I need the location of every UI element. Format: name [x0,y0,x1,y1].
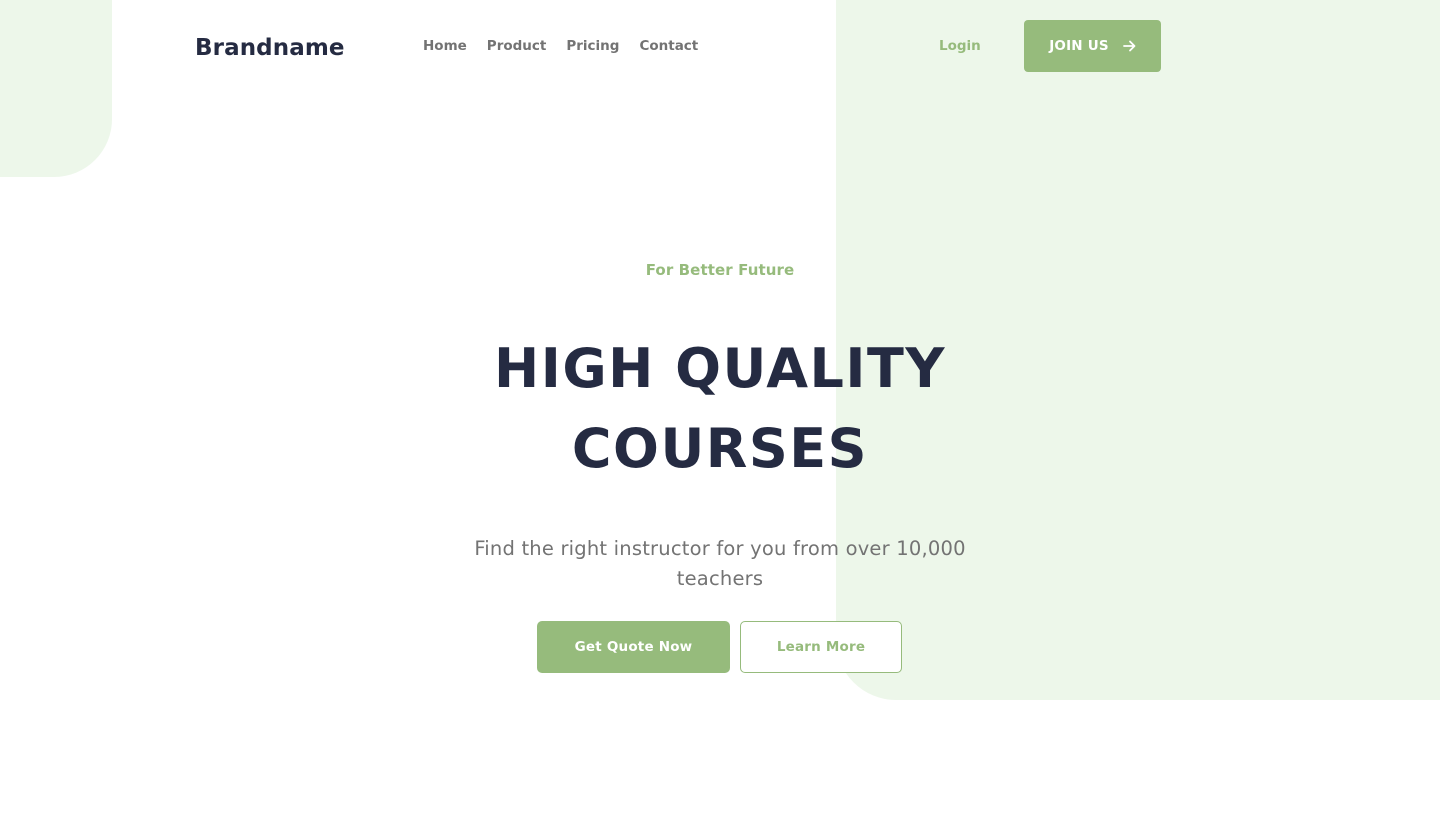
hero-section: For Better Future HIGH QUALITY COURSES F… [420,258,1020,594]
hero-cta-group: Get Quote Now Learn More [537,621,902,673]
hero-title: HIGH QUALITY COURSES [420,329,1020,489]
hero-title-line-1: HIGH QUALITY [494,337,946,400]
get-quote-button[interactable]: Get Quote Now [537,621,730,673]
hero-subtitle: Find the right instructor for you from o… [474,537,966,590]
join-us-label: JOIN US [1049,38,1109,54]
arrow-right-icon [1122,40,1136,52]
nav-item-pricing[interactable]: Pricing [566,36,619,56]
nav-item-home[interactable]: Home [423,36,467,56]
nav-item-product[interactable]: Product [487,36,547,56]
login-link[interactable]: Login [939,36,981,56]
join-us-button[interactable]: JOIN US [1024,20,1161,72]
hero-title-line-2: COURSES [571,417,869,480]
nav-item-contact[interactable]: Contact [639,36,698,56]
hero-eyebrow: For Better Future [645,261,795,279]
decorative-corner-shape [0,0,112,177]
learn-more-button[interactable]: Learn More [740,621,902,673]
main-nav: Home Product Pricing Contact [423,36,718,56]
brand-logo[interactable]: Brandname [195,32,345,64]
